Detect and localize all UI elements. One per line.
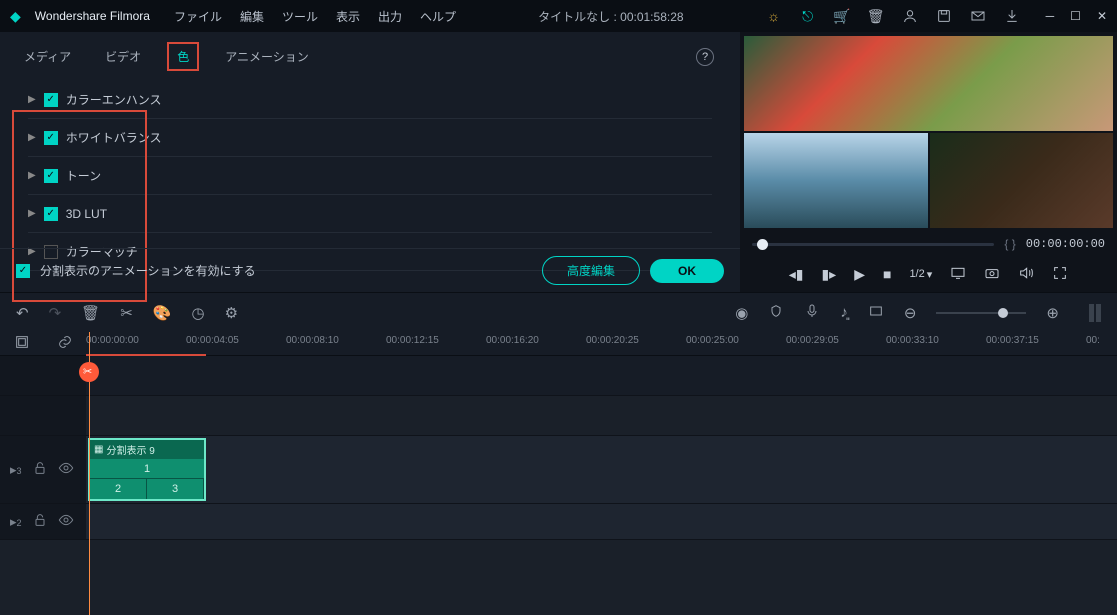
prop-color-enhance[interactable]: ▶ ✓ カラーエンハンス (28, 81, 712, 119)
track-video-3: ▸3 ▦分割表示 9 1 23 (0, 436, 1117, 504)
mail-icon[interactable] (970, 8, 986, 24)
menu-edit[interactable]: 編集 (240, 8, 264, 25)
volume-icon[interactable] (1018, 265, 1034, 284)
stop-back-icon[interactable]: ▮▸ (821, 266, 836, 283)
timeline: 00:00:00:00 00:00:04:05 00:00:08:10 00:0… (0, 332, 1117, 540)
save-icon[interactable] (936, 8, 952, 24)
preview-viewport[interactable] (740, 32, 1117, 232)
stop-icon[interactable]: ■ (883, 266, 891, 282)
tab-media[interactable]: メディア (16, 44, 79, 69)
play-icon[interactable]: ▶ (854, 266, 865, 283)
zoom-in-icon[interactable]: ⊕ (1046, 304, 1059, 322)
download-icon[interactable] (1004, 8, 1020, 24)
split-anim-label: 分割表示のアニメーションを有効にする (40, 262, 256, 279)
app-name: Wondershare Filmora (35, 9, 150, 23)
clip-split-screen[interactable]: ▦分割表示 9 1 23 (88, 438, 206, 501)
timeline-toolbar: ↶ ↷ 🗑 ✂ 🎨 ◷ ⚙ ◉ ♪͈ ⊖ ⊕ (0, 292, 1117, 332)
playhead[interactable] (89, 332, 90, 615)
visibility-icon[interactable] (58, 512, 74, 531)
zoom-slider[interactable] (936, 312, 1026, 314)
checkbox-3dlut[interactable]: ✓ (44, 207, 58, 221)
mic-icon[interactable] (804, 303, 820, 323)
zoom-out-icon[interactable]: ⊖ (904, 304, 917, 322)
track-video-icon[interactable]: ▸2 (10, 514, 22, 530)
preview-scrubber[interactable] (752, 243, 994, 246)
checkbox-white-balance[interactable]: ✓ (44, 131, 58, 145)
playback-speed[interactable]: 1/2 ▾ (909, 268, 932, 281)
checkbox-tone[interactable]: ✓ (44, 169, 58, 183)
tab-color[interactable]: 色 (167, 42, 199, 71)
range-brackets: { } (1004, 237, 1015, 251)
snapshot-icon[interactable] (984, 265, 1000, 284)
marker-icon[interactable] (768, 303, 784, 323)
checkbox-color-enhance[interactable]: ✓ (44, 93, 58, 107)
project-title: タイトルなし : 00:01:58:28 (470, 8, 752, 25)
aspect-icon[interactable] (868, 303, 884, 323)
tab-video[interactable]: ビデオ (97, 44, 149, 69)
preview-panel: { } 00:00:00:00 ◂▮ ▮▸ ▶ ■ 1/2 ▾ (740, 32, 1117, 292)
cart-icon[interactable]: 🛒 (834, 8, 850, 24)
panel-tabs: メディア ビデオ 色 アニメーション ? (0, 32, 740, 81)
checkbox-split-anim[interactable]: ✓ (16, 264, 30, 278)
track-spacer (0, 356, 1117, 396)
track-video-2: ▸2 (0, 504, 1117, 540)
link-icon[interactable] (57, 334, 73, 353)
trash-icon[interactable]: 🗑 (81, 304, 100, 322)
tab-animation[interactable]: アニメーション (217, 44, 317, 69)
caret-icon[interactable]: ▶ (28, 208, 36, 219)
redo-icon[interactable]: ↷ (49, 304, 62, 322)
prev-frame-icon[interactable]: ◂▮ (789, 266, 804, 283)
prop-3dlut[interactable]: ▶ ✓ 3D LUT (28, 195, 712, 233)
prop-white-balance[interactable]: ▶ ✓ ホワイトバランス (28, 119, 712, 157)
preview-timecode: 00:00:00:00 (1026, 237, 1105, 251)
settings-icon[interactable]: ⚙ (225, 304, 238, 322)
preview-scrubber-row: { } 00:00:00:00 (740, 232, 1117, 256)
lock-icon[interactable] (32, 512, 48, 531)
menu-output[interactable]: 出力 (378, 8, 402, 25)
caret-icon[interactable]: ▶ (28, 132, 36, 143)
app-logo-icon: ◆ (10, 8, 21, 25)
visibility-icon[interactable] (58, 460, 74, 479)
track-video-icon[interactable]: ▸3 (10, 462, 22, 478)
undo-icon[interactable]: ↶ (16, 304, 29, 322)
preview-controls: ◂▮ ▮▸ ▶ ■ 1/2 ▾ (740, 256, 1117, 292)
advanced-edit-button[interactable]: 高度編集 (542, 256, 640, 285)
prop-tone[interactable]: ▶ ✓ トーン (28, 157, 712, 195)
caret-icon[interactable]: ▶ (28, 94, 36, 105)
track-spacer (0, 396, 1117, 436)
audio-mix-icon[interactable]: ♪͈ (840, 304, 848, 321)
main-menu: ファイル 編集 ツール 表示 出力 ヘルプ (174, 8, 456, 25)
panel-footer: ✓ 分割表示のアニメーションを有効にする 高度編集 OK (0, 248, 740, 292)
properties-panel: メディア ビデオ 色 アニメーション ? ▶ ✓ カラーエンハンス ▶ ✓ ホワ… (0, 32, 740, 292)
cut-icon[interactable]: ✂ (120, 304, 133, 322)
title-bar: ◆ Wondershare Filmora ファイル 編集 ツール 表示 出力 … (0, 0, 1117, 32)
user-icon[interactable] (902, 8, 918, 24)
menu-file[interactable]: ファイル (174, 8, 222, 25)
caret-icon[interactable]: ▶ (28, 170, 36, 181)
display-icon[interactable] (950, 265, 966, 284)
ok-button[interactable]: OK (650, 259, 724, 283)
timeline-ruler[interactable]: 00:00:00:00 00:00:04:05 00:00:08:10 00:0… (86, 332, 1117, 355)
help-icon[interactable]: ? (696, 48, 714, 66)
timeline-options-icon[interactable] (14, 334, 30, 353)
maximize-icon[interactable]: ☐ (1070, 9, 1081, 23)
fullscreen-icon[interactable] (1052, 265, 1068, 284)
menu-help[interactable]: ヘルプ (420, 8, 456, 25)
palette-icon[interactable]: 🎨 (153, 304, 172, 322)
track-body[interactable]: ▦分割表示 9 1 23 (86, 436, 1117, 503)
minimize-icon[interactable]: ─ (1046, 9, 1055, 23)
tips-icon[interactable]: ☼ (766, 8, 782, 24)
close-icon[interactable]: ✕ (1097, 9, 1107, 23)
support-icon[interactable]: ⎋ (800, 8, 816, 24)
menu-view[interactable]: 表示 (336, 8, 360, 25)
timeline-toggle-icon[interactable] (1089, 304, 1101, 322)
menu-tool[interactable]: ツール (282, 8, 318, 25)
delete-icon[interactable]: 🗑 (868, 8, 884, 24)
track-body[interactable] (86, 504, 1117, 539)
render-icon[interactable]: ◉ (735, 304, 748, 322)
lock-icon[interactable] (32, 460, 48, 479)
title-actions: ☼ ⎋ 🛒 🗑 (766, 8, 1020, 24)
timer-icon[interactable]: ◷ (191, 304, 204, 322)
